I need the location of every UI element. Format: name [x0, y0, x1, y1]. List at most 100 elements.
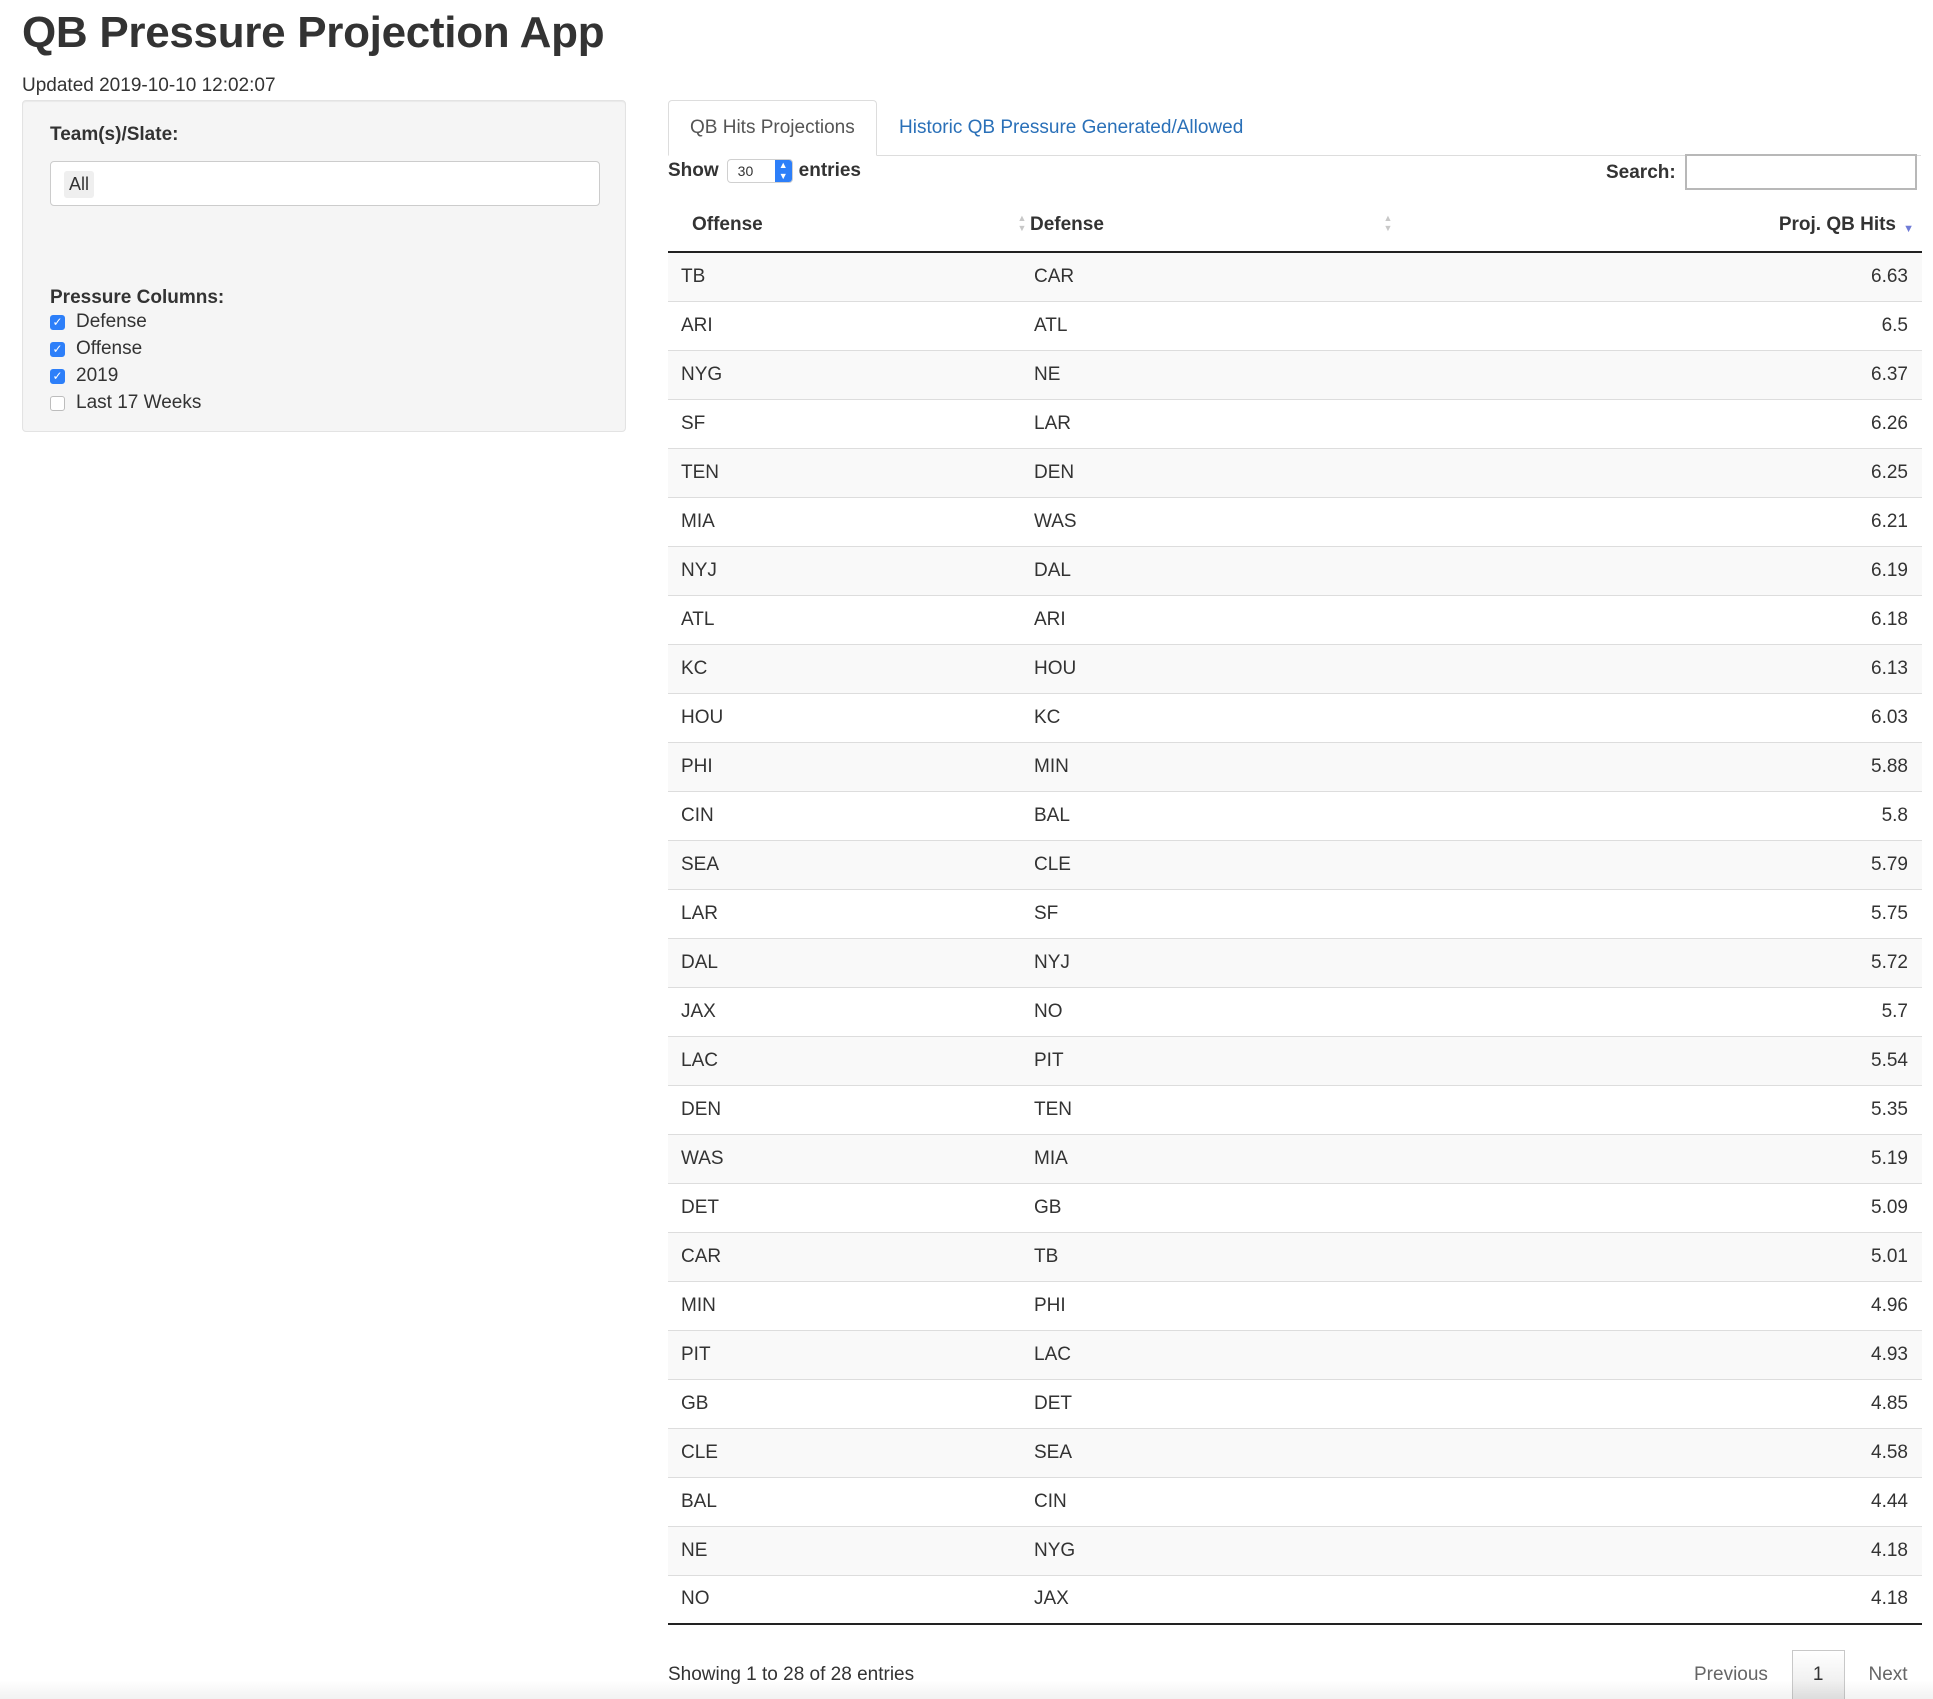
offense-cell: NYJ [668, 545, 1034, 595]
proj-qb-hits-cell: 6.63 [1414, 252, 1922, 301]
defense-cell: BAL [1034, 790, 1414, 840]
proj-qb-hits-cell: 4.96 [1414, 1280, 1922, 1330]
offense-cell: LAC [668, 1035, 1034, 1085]
page: QB Pressure Projection App Updated 2019-… [0, 0, 1933, 1699]
checkbox-last-17-weeks[interactable] [50, 395, 65, 411]
proj-qb-hits-cell: 5.09 [1414, 1182, 1922, 1232]
proj-qb-hits-cell: 5.75 [1414, 888, 1922, 938]
checkbox-label: 2019 [76, 365, 119, 386]
proj-qb-hits-cell: 5.19 [1414, 1133, 1922, 1183]
table-row: NYG NE 6.37 [668, 349, 1922, 399]
table-row: PIT LAC 4.93 [668, 1329, 1922, 1379]
offense-cell: NO [668, 1574, 1034, 1625]
proj-qb-hits-cell: 6.18 [1414, 594, 1922, 644]
defense-cell: CAR [1034, 252, 1414, 301]
proj-qb-hits-cell: 5.88 [1414, 741, 1922, 791]
checkbox-defense[interactable]: ✓ [50, 314, 65, 330]
proj-qb-hits-cell: 4.18 [1414, 1525, 1922, 1575]
table-row: DEN TEN 5.35 [668, 1084, 1922, 1134]
defense-cell: MIN [1034, 741, 1414, 791]
checkbox-row-offense[interactable]: ✓ Offense [50, 336, 142, 362]
column-header-offense[interactable]: Offense ▲ ▼ [668, 200, 1034, 253]
checkbox-row-last-17-weeks[interactable]: Last 17 Weeks [50, 390, 201, 416]
table-row: ARI ATL 6.5 [668, 300, 1922, 350]
checkbox-label: Offense [76, 338, 143, 359]
offense-cell: KC [668, 643, 1034, 693]
sidebar-panel: Team(s)/Slate: All Pressure Columns: ✓ D… [22, 100, 626, 432]
proj-qb-hits-cell: 4.18 [1414, 1574, 1922, 1625]
proj-qb-hits-cell: 4.58 [1414, 1427, 1922, 1477]
table-row: KC HOU 6.13 [668, 643, 1922, 693]
defense-cell: PIT [1034, 1035, 1414, 1085]
proj-qb-hits-cell: 6.13 [1414, 643, 1922, 693]
column-header-defense[interactable]: Defense ▲ ▼ [1030, 200, 1414, 253]
offense-cell: ARI [668, 300, 1034, 350]
column-header-label: Defense [1030, 214, 1104, 235]
defense-cell: HOU [1034, 643, 1414, 693]
page-1-button[interactable]: 1 [1791, 1650, 1845, 1699]
proj-qb-hits-cell: 4.93 [1414, 1329, 1922, 1379]
entries-select[interactable]: 30 ▲ ▼ [726, 159, 793, 183]
defense-cell: DEN [1034, 447, 1414, 497]
checkbox-offense[interactable]: ✓ [50, 341, 65, 357]
table-row: CAR TB 5.01 [668, 1231, 1922, 1281]
sort-icon: ▲ ▼ [1383, 213, 1393, 233]
defense-cell: GB [1034, 1182, 1414, 1232]
projections-table: Offense ▲ ▼ Defense ▲ ▼ Proj. QB Hits ▼ TB… [668, 200, 1922, 1625]
table-row: MIN PHI 4.96 [668, 1280, 1922, 1330]
column-header-label: Offense [692, 214, 763, 235]
checkbox-row-defense[interactable]: ✓ Defense [50, 309, 147, 335]
table-row: LAC PIT 5.54 [668, 1035, 1922, 1085]
window-bottom-shadow [0, 1680, 1933, 1699]
proj-qb-hits-cell: 5.54 [1414, 1035, 1922, 1085]
search-input[interactable] [1685, 154, 1917, 190]
table-row: CIN BAL 5.8 [668, 790, 1922, 840]
table-row: TB CAR 6.63 [668, 252, 1922, 301]
proj-qb-hits-cell: 5.72 [1414, 937, 1922, 987]
proj-qb-hits-cell: 5.8 [1414, 790, 1922, 840]
table-row: MIA WAS 6.21 [668, 496, 1922, 546]
sort-icon: ▲ ▼ [1017, 213, 1027, 233]
table-row: PHI MIN 5.88 [668, 741, 1922, 791]
checkbox-2019[interactable]: ✓ [50, 368, 65, 384]
defense-cell: LAC [1034, 1329, 1414, 1379]
offense-cell: CAR [668, 1231, 1034, 1281]
proj-qb-hits-cell: 6.19 [1414, 545, 1922, 595]
proj-qb-hits-cell: 5.01 [1414, 1231, 1922, 1281]
slate-label: Team(s)/Slate: [50, 124, 179, 145]
offense-cell: DEN [668, 1084, 1034, 1134]
table-row: DET GB 5.09 [668, 1182, 1922, 1232]
tab-qb-hits-projections[interactable]: QB Hits Projections [668, 100, 877, 156]
proj-qb-hits-cell: 6.5 [1414, 300, 1922, 350]
length-control: Show 30 ▲ ▼ entries [668, 158, 861, 184]
tab-historic-qb-pressure[interactable]: Historic QB Pressure Generated/Allowed [878, 100, 1264, 155]
checkbox-row-2019[interactable]: ✓ 2019 [50, 363, 118, 389]
table-row: SF LAR 6.26 [668, 398, 1922, 448]
next-page-button[interactable]: Next [1845, 1650, 1932, 1699]
previous-page-button[interactable]: Previous [1670, 1650, 1792, 1699]
slate-selected-item[interactable]: All [64, 171, 95, 198]
slate-select[interactable]: All [50, 161, 600, 206]
table-info: Showing 1 to 28 of 28 entries [668, 1664, 915, 1685]
table-row: BAL CIN 4.44 [668, 1476, 1922, 1526]
proj-qb-hits-cell: 5.35 [1414, 1084, 1922, 1134]
checkbox-label: Defense [76, 311, 147, 332]
defense-cell: LAR [1034, 398, 1414, 448]
offense-cell: GB [668, 1378, 1034, 1428]
offense-cell: DET [668, 1182, 1034, 1232]
tab-bar: QB Hits Projections Historic QB Pressure… [668, 100, 1921, 156]
offense-cell: PIT [668, 1329, 1034, 1379]
defense-cell: ARI [1034, 594, 1414, 644]
offense-cell: MIA [668, 496, 1034, 546]
offense-cell: SEA [668, 839, 1034, 889]
table-row: CLE SEA 4.58 [668, 1427, 1922, 1477]
offense-cell: MIN [668, 1280, 1034, 1330]
defense-cell: ATL [1034, 300, 1414, 350]
column-header-label: Proj. QB Hits [1778, 214, 1896, 235]
defense-cell: TEN [1034, 1084, 1414, 1134]
offense-cell: NE [668, 1525, 1034, 1575]
table-row: NYJ DAL 6.19 [668, 545, 1922, 595]
page-title: QB Pressure Projection App [22, 8, 605, 57]
table-row: LAR SF 5.75 [668, 888, 1922, 938]
column-header-proj-qb-hits[interactable]: Proj. QB Hits ▼ [1414, 200, 1922, 253]
